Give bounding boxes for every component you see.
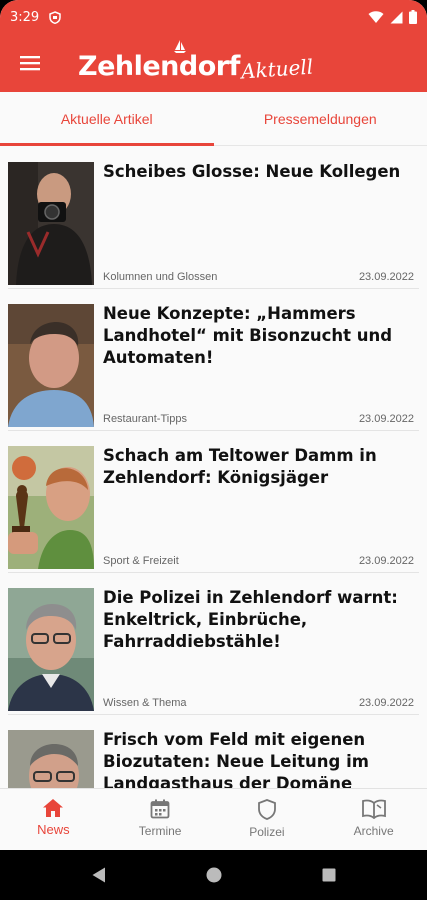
article-category: Sport & Freizeit <box>103 555 179 567</box>
hamburger-menu-icon <box>20 56 40 71</box>
tab-aktuelle-artikel[interactable]: Aktuelle Artikel <box>0 92 214 146</box>
nav-archive[interactable]: Archive <box>320 789 427 850</box>
article-category: Wissen & Thema <box>103 697 187 709</box>
security-shield-icon <box>49 10 61 24</box>
nav-polizei-label: Polizei <box>249 825 285 839</box>
article-date: 23.09.2022 <box>358 555 414 567</box>
article-card[interactable]: Frisch vom Feld mit eigenen Biozutaten: … <box>8 715 419 788</box>
status-bar: 3:29 <box>0 0 427 34</box>
article-date: 23.09.2022 <box>358 697 414 709</box>
article-date: 23.09.2022 <box>358 413 414 425</box>
sailboat-logo-icon <box>174 40 186 53</box>
nav-termine-label: Termine <box>138 824 182 838</box>
nav-news-label: News <box>37 822 70 837</box>
article-card[interactable]: Schach am Teltower Damm in Zehlendorf: K… <box>8 431 419 573</box>
calendar-icon <box>150 799 170 819</box>
article-card[interactable]: Die Polizei in Zehlendorf warnt: Enkeltr… <box>8 573 419 715</box>
nav-termine[interactable]: Termine <box>107 789 214 850</box>
article-thumbnail <box>8 730 94 788</box>
nav-polizei[interactable]: Polizei <box>214 789 321 850</box>
article-title: Neue Konzepte: „Hammers Landhotel“ mit B… <box>103 304 393 367</box>
menu-button[interactable] <box>0 34 60 92</box>
system-navigation-bar <box>0 850 427 900</box>
article-title: Die Polizei in Zehlendorf warnt: Enkeltr… <box>103 588 398 651</box>
logo-main-text: Zehlendorf <box>78 51 240 82</box>
logo-script-text: Aktuell <box>240 54 314 84</box>
back-icon[interactable] <box>92 867 106 883</box>
battery-icon <box>409 10 417 24</box>
app-bar: Zehlendorf Aktuell <box>0 34 427 92</box>
article-title: Frisch vom Feld mit eigenen Biozutaten: … <box>103 730 369 788</box>
app-screen: 3:29 Zehlendorf Aktuell Aktuelle Artikel… <box>0 0 427 900</box>
nav-archive-label: Archive <box>353 824 394 838</box>
article-category: Kolumnen und Glossen <box>103 271 218 283</box>
article-category: Restaurant-Tipps <box>103 413 187 425</box>
article-date: 23.09.2022 <box>358 271 414 283</box>
article-thumbnail <box>8 304 94 427</box>
recents-icon[interactable] <box>322 868 336 882</box>
article-title: Schach am Teltower Damm in Zehlendorf: K… <box>103 446 377 487</box>
home-icon <box>43 799 64 817</box>
article-thumbnail <box>8 588 94 711</box>
signal-icon <box>390 11 403 23</box>
article-thumbnail <box>8 446 94 569</box>
status-time: 3:29 <box>10 9 40 25</box>
home-circle-icon[interactable] <box>206 867 222 883</box>
wifi-icon <box>368 10 384 23</box>
app-logo: Zehlendorf Aktuell <box>78 40 314 86</box>
article-list: Scheibes Glosse: Neue Kollegen Kolumnen … <box>0 147 427 788</box>
article-card[interactable]: Neue Konzepte: „Hammers Landhotel“ mit B… <box>8 289 419 431</box>
article-thumbnail <box>8 162 94 285</box>
tab-bar: Aktuelle Artikel Pressemeldungen <box>0 92 427 146</box>
tab-pressemeldungen[interactable]: Pressemeldungen <box>214 92 427 145</box>
book-icon <box>361 799 386 819</box>
article-title: Scheibes Glosse: Neue Kollegen <box>103 162 401 181</box>
nav-news[interactable]: News <box>0 789 107 850</box>
shield-icon <box>257 799 276 820</box>
article-card[interactable]: Scheibes Glosse: Neue Kollegen Kolumnen … <box>8 147 419 289</box>
bottom-navigation: News Termine Polizei Archive <box>0 788 427 850</box>
